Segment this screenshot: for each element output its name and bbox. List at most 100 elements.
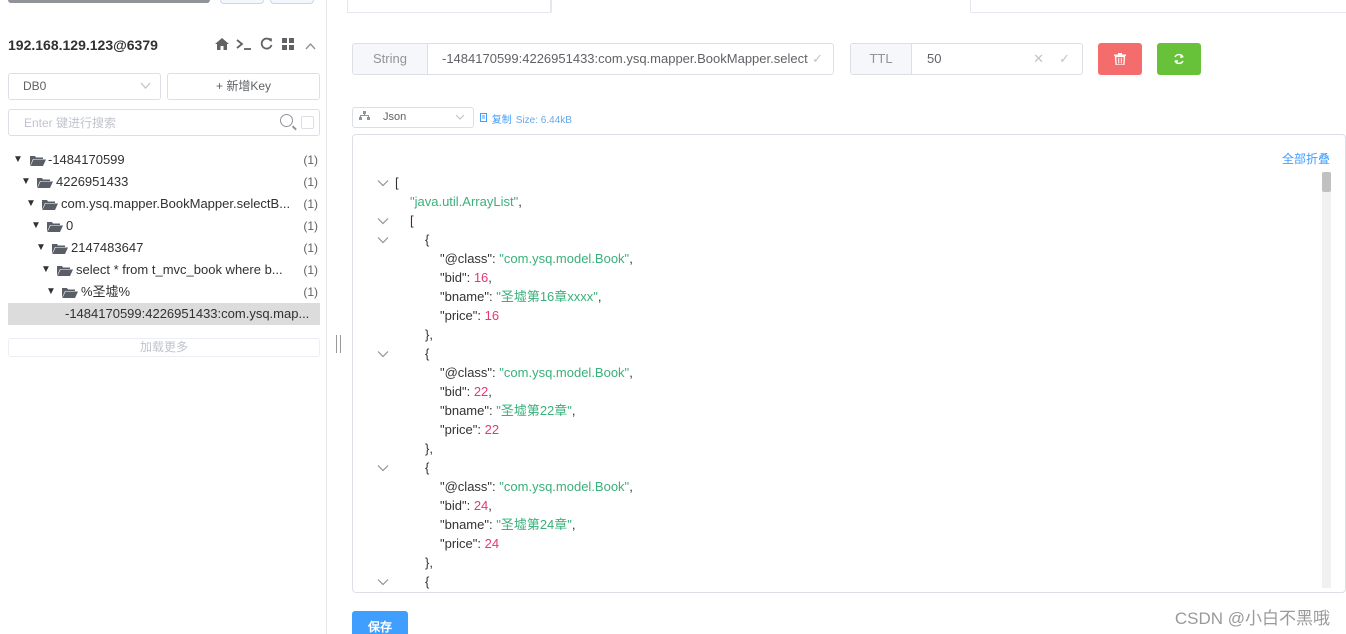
tree-node-label: com.ysq.mapper.BookMapper.selectB... (61, 196, 291, 211)
json-line: "bid": 22, (353, 382, 1318, 401)
json-token: "price": (440, 308, 485, 323)
search-icon[interactable] (280, 114, 293, 127)
tree-node-label: 0 (66, 218, 74, 233)
key-name-input[interactable]: -1484170599:4226951433:com.ysq.mapper.Bo… (428, 44, 833, 74)
tree-node-count: (1) (303, 153, 318, 167)
tree-leaf-selected[interactable]: -1484170599:4226951433:com.ysq.map... (8, 303, 320, 325)
check-icon[interactable]: ✓ (808, 44, 823, 74)
grid-icon[interactable] (280, 37, 296, 53)
caret-down-icon[interactable]: ▼ (45, 281, 57, 303)
json-line-text: "@class": "com.ysq.model.Book", (440, 249, 633, 268)
json-line-text: "@class": "com.ysq.model.Book", (440, 363, 633, 382)
tab-bar (347, 0, 1346, 13)
scrollbar-track[interactable] (1322, 172, 1331, 588)
terminal-icon[interactable] (236, 38, 252, 53)
new-key-button[interactable]: + 新增Key (167, 73, 320, 100)
json-number: 16 (484, 308, 500, 323)
connection-title[interactable]: 192.168.129.123@6379 (8, 37, 214, 53)
refresh-key-button[interactable] (1157, 43, 1201, 75)
sidebar: 192.168.129.123@6379 DB0 + 新增Key Enter 键… (0, 0, 327, 634)
tree-node-label: %圣墟% (81, 284, 131, 299)
chevron-up-icon[interactable] (302, 38, 318, 53)
json-number: 22 (484, 422, 500, 437)
sidebar-top-button-3[interactable] (270, 0, 314, 4)
clear-icon[interactable]: ✕ (1033, 44, 1044, 74)
format-select[interactable]: Json (352, 107, 474, 128)
json-line: }, (353, 553, 1318, 572)
sidebar-top-button-2[interactable] (220, 0, 264, 4)
value-size: Size: 6.44kB (515, 115, 572, 126)
caret-down-icon[interactable]: ▼ (30, 215, 42, 237)
fold-toggle-icon[interactable] (377, 574, 391, 592)
delete-key-button[interactable] (1098, 43, 1142, 75)
tree-node-count: (1) (303, 219, 318, 233)
json-line: "bname": "圣墟第22章", (353, 401, 1318, 420)
json-line: "price": 16 (353, 306, 1318, 325)
ttl-input[interactable]: 50 ✕ ✓ (912, 44, 1082, 74)
json-line-text: "bid": 16, (440, 268, 492, 287)
tree-node-count: (1) (303, 285, 318, 299)
caret-down-icon[interactable]: ▼ (25, 193, 37, 215)
json-line-text: "bname": "圣墟第16章xxxx", (440, 287, 602, 306)
json-token: "@class": (440, 365, 500, 380)
tab-2-active[interactable] (551, 0, 971, 13)
json-line-text: "price": 22 (440, 420, 499, 439)
tree-node[interactable]: ▼ -1484170599 (1) (8, 149, 320, 171)
caret-down-icon[interactable]: ▼ (40, 259, 52, 281)
json-token: "price": (440, 536, 485, 551)
tree-node[interactable]: ▼ %圣墟% (1) (8, 281, 320, 303)
tab-1[interactable] (347, 0, 551, 13)
tree-node[interactable]: ▼ 4226951433 (1) (8, 171, 320, 193)
caret-down-icon[interactable]: ▼ (12, 149, 24, 171)
refresh-icon[interactable] (258, 37, 274, 53)
tree-node[interactable]: ▼ com.ysq.mapper.BookMapper.selectB... (… (8, 193, 320, 215)
ttl-value: 50 (927, 51, 942, 66)
db-select[interactable]: DB0 (8, 73, 161, 100)
json-line: "java.util.ArrayList", (353, 192, 1318, 211)
check-icon[interactable]: ✓ (1059, 44, 1070, 74)
json-line-text: "bid": 24, (440, 496, 492, 515)
json-string: "com.ysq.model.Book" (499, 479, 630, 494)
json-token: "bid": (440, 270, 474, 285)
collapse-all-button[interactable]: 全部折叠 (1282, 150, 1330, 167)
json-string: "圣墟第24章" (496, 517, 572, 532)
home-icon[interactable] (214, 37, 230, 53)
save-button[interactable]: 保存 (352, 611, 408, 634)
ttl-bar: TTL 50 ✕ ✓ (850, 43, 1083, 75)
copy-link[interactable]: 复制 Size: 6.44kB (480, 111, 572, 126)
scrollbar-thumb[interactable] (1322, 172, 1331, 192)
caret-down-icon[interactable]: ▼ (35, 237, 47, 259)
tree-node[interactable]: ▼ 2147483647 (1) (8, 237, 320, 259)
json-token: , (488, 270, 492, 285)
sidebar-top-button[interactable] (8, 0, 210, 3)
json-token: , (488, 384, 492, 399)
json-token: [ (395, 175, 399, 190)
key-tree: ▼ -1484170599 (1) ▼ 4226951433 (1) ▼ com… (8, 149, 320, 325)
tree-node[interactable]: ▼ select * from t_mvc_book where b... (1… (8, 259, 320, 281)
caret-down-icon[interactable]: ▼ (20, 171, 32, 193)
json-token: , (571, 403, 576, 418)
json-line: "bid": 16, (353, 268, 1318, 287)
json-token: [ (410, 213, 414, 228)
exact-match-checkbox[interactable] (301, 116, 314, 129)
json-token: "bname": (440, 517, 497, 532)
load-more-button[interactable]: 加载更多 (8, 338, 320, 357)
key-type-label: String (353, 44, 428, 74)
json-line: "bname": "圣墟第24章", (353, 515, 1318, 534)
json-line: { (353, 344, 1318, 363)
json-token: , (629, 479, 633, 494)
tree-node[interactable]: ▼ 0 (1) (8, 215, 320, 237)
json-line-text: { (425, 458, 429, 477)
json-line-text: [ (395, 173, 399, 192)
key-search-input[interactable] (9, 110, 259, 135)
json-line: { (353, 230, 1318, 249)
tree-node-count: (1) (303, 197, 318, 211)
json-line: "bname": "圣墟第16章xxxx", (353, 287, 1318, 306)
json-line: }, (353, 325, 1318, 344)
json-string: "com.ysq.model.Book" (499, 251, 630, 266)
key-search (8, 109, 320, 136)
panel-resizer[interactable] (336, 335, 341, 353)
json-line-text: "bname": "圣墟第24章", (440, 515, 576, 534)
json-viewer: 全部折叠 ["java.util.ArrayList", [{"@class": … (352, 134, 1346, 593)
json-line-text: "price": 24 (440, 534, 499, 553)
